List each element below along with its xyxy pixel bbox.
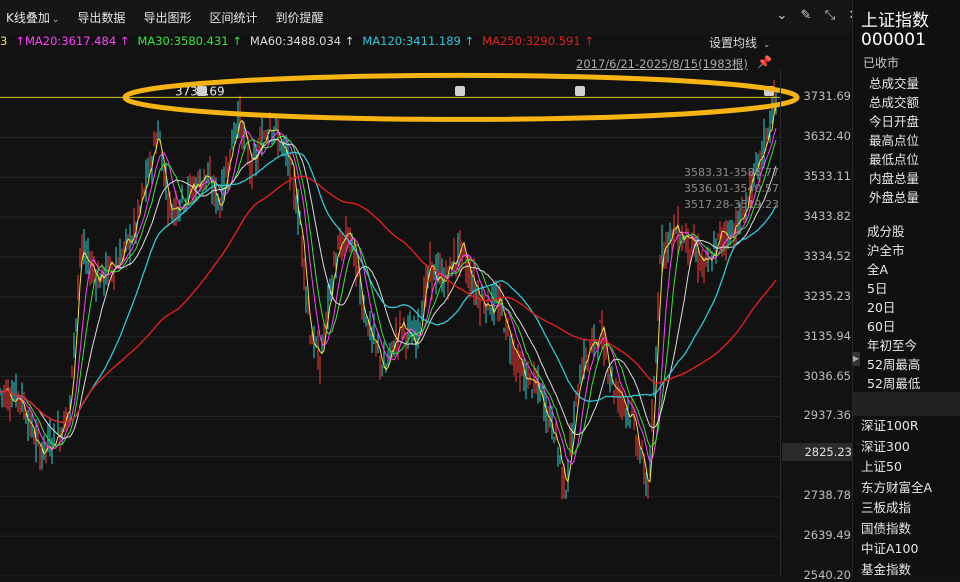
ma-legend-item: MA250:3290.591 ↑ [482,34,594,48]
period-item[interactable]: 全A [867,260,920,279]
y-tick-label: 3036.65 [803,368,851,383]
window-controls: ⌄ ✎ ⤡ ✕ [774,8,862,24]
period-item[interactable]: 沪全市 [867,241,920,260]
toolbar-item-0[interactable]: K线叠加 ⌄ [6,8,59,28]
toolbar-item-label: 导出数据 [77,11,126,25]
index-item[interactable]: 基金指数 [861,560,932,581]
collapse-icon[interactable]: ⤡ [822,8,838,24]
stat-item[interactable]: 总成交量 [869,74,919,93]
ma-legend-item: MA60:3488.034 ↑ [249,34,355,48]
current-price-label: 2825.23 [782,443,852,461]
y-tick-label: 2540.20 [803,568,851,582]
event-marker-icon [575,86,585,96]
toolbar-item-label: 导出图形 [143,11,192,25]
y-tick-label: 3334.52 [803,248,851,263]
y-tick-label: 3533.11 [803,169,851,184]
index-list: 深证100R 深证300 上证50 东方财富全A 三板成指 国债指数 中证A100 基金指数 [861,416,932,580]
candlestick-chart[interactable]: 3731.693583.31-3586.773536.01-3540.57351… [0,70,800,576]
stat-item[interactable]: 最高点位 [869,131,919,150]
period-item[interactable]: 60日 [867,317,920,336]
y-tick-label: 2738.78 [803,488,851,503]
toolbar-item-label: 区间统计 [209,11,258,25]
toolbar-item-4[interactable]: 到价提醒 [275,8,323,28]
toolbar-item-3[interactable]: 区间统计 [209,8,257,28]
index-item[interactable]: 深证300 [861,437,932,458]
period-item[interactable]: 20日 [867,298,920,317]
sidebar-toggle-icon[interactable]: ▶ [852,352,860,366]
event-marker-icon [197,86,207,96]
period-item[interactable]: 成分股 [867,222,920,241]
index-item[interactable]: 中证A100 [861,539,932,560]
ma-legend-item: MA120:3411.189 ↑ [362,34,475,48]
y-tick-label: 3235.23 [803,288,851,303]
chevron-circle-icon[interactable]: ⌄ [774,8,790,24]
ma20-line [0,128,777,466]
stat-item[interactable]: 总成交额 [869,93,919,112]
y-tick-label: 3731.69 [803,89,851,104]
toolbar-item-1[interactable]: 导出数据 [77,8,125,28]
index-code: 000001 [861,30,926,50]
sidebar-divider-bar [853,392,960,416]
market-status: 已收市 [863,56,900,70]
ma250-line [0,175,777,424]
quote-sidebar: 上证指数 000001 已收市 总成交量 总成交额 今日开盘 最高点位 最低点位 内盘总量… [852,0,960,577]
index-name: 上证指数 [861,11,929,31]
ma-legend-item: ↑MA20:3617.484 ↑ [15,34,130,48]
y-tick-label: 3632.40 [803,129,851,144]
chevron-down-icon: ⌄ [762,40,771,50]
toolbar-item-label: 到价提醒 [275,11,324,25]
stats-list: 总成交量 总成交额 今日开盘 最高点位 最低点位 内盘总量 外盘总量 [869,74,919,207]
toolbar: K线叠加 ⌄ 导出数据 导出图形 区间统计 到价提醒 [0,8,341,28]
price-range-annotation: 3517.28-3519.23 [684,198,779,211]
chevron-down-icon: ⌄ [51,15,60,25]
index-item[interactable]: 东方财富全A [861,478,932,499]
stat-item[interactable]: 今日开盘 [869,112,919,131]
ma5-line [0,105,777,483]
stat-item[interactable]: 内盘总量 [869,169,919,188]
ma-legend: 3 ↑MA20:3617.484 ↑ MA30:3580.431 ↑ MA60:348… [0,34,602,50]
y-tick-label: 3433.82 [803,209,851,224]
period-item[interactable]: 5日 [867,279,920,298]
y-tick-label: 2937.36 [803,408,851,423]
price-axis: 3731.69 3632.40 3533.11 3433.82 3334.52 3235.… [780,70,851,582]
brush-icon[interactable]: ✎ [798,8,814,24]
index-item[interactable]: 国债指数 [861,519,932,540]
period-item[interactable]: 年初至今 [867,336,920,355]
period-item[interactable]: 52周最高 [867,355,920,374]
period-item[interactable]: 52周最低 [867,374,920,393]
ma-legend-item: 3 [0,34,8,48]
period-list: 成分股 沪全市 全A 5日 20日 60日 年初至今 52周最高 52周最低 [867,222,920,393]
event-marker-icon [455,86,465,96]
toolbar-item-2[interactable]: 导出图形 [143,8,191,28]
ma-legend-item: MA30:3580.431 ↑ [137,34,242,48]
pin-icon[interactable]: 📌 [757,55,772,69]
index-item[interactable]: 深证100R [861,416,932,437]
ma-settings-label: 设置均线 [709,36,758,50]
ma120-line [0,151,777,423]
ma-settings-button[interactable]: 设置均线 ⌄ [709,34,770,51]
ma60-line [0,138,777,439]
stat-item[interactable]: 外盘总量 [869,188,919,207]
index-item[interactable]: 上证50 [861,457,932,478]
toolbar-item-label: K线叠加 [6,11,50,25]
index-item[interactable]: 三板成指 [861,498,932,519]
stat-item[interactable]: 最低点位 [869,150,919,169]
price-range-annotation: 3536.01-3540.57 [684,182,779,195]
price-range-annotation: 3583.31-3586.77 [684,166,779,179]
y-tick-label: 3135.94 [803,328,851,343]
y-tick-label: 2639.49 [803,528,851,543]
